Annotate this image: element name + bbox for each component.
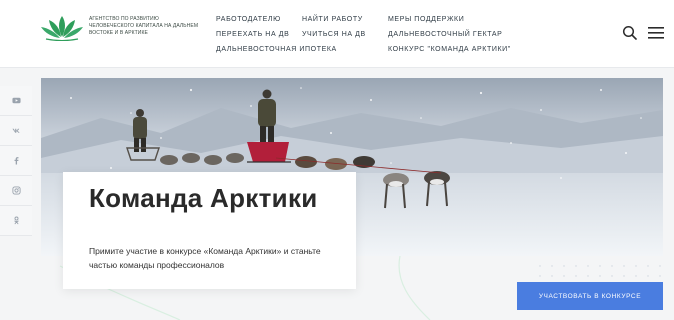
site-header: Агентство по развитию человеческого капи…: [0, 0, 674, 68]
social-facebook[interactable]: [0, 146, 32, 176]
social-vk[interactable]: [0, 116, 32, 146]
hero-title: Команда Арктики: [89, 183, 318, 213]
social-instagram[interactable]: [0, 176, 32, 206]
facebook-icon: [14, 157, 18, 165]
hero-card: Команда Арктики Примите участие в конкур…: [63, 172, 356, 289]
odnoklassniki-icon: [13, 216, 19, 225]
nav-hectare[interactable]: Дальневосточный гектар: [388, 31, 502, 38]
instagram-icon: [11, 186, 21, 195]
nav-relocate[interactable]: Переехать на ДВ: [216, 31, 289, 38]
youtube-icon: [11, 97, 21, 104]
nav-arctic-contest[interactable]: Конкурс "Команда Арктики": [388, 46, 511, 53]
nav-study[interactable]: Учиться на ДВ: [302, 31, 366, 38]
social-odnoklassniki[interactable]: [0, 206, 32, 236]
nav-support-measures[interactable]: Меры поддержки: [388, 16, 464, 23]
nav-mortgage[interactable]: Дальневосточная ипотека: [216, 46, 337, 53]
social-youtube[interactable]: [0, 86, 32, 116]
hero-description: Примите участие в конкурсе «Команда Аркт…: [89, 246, 321, 270]
social-links: [0, 86, 32, 236]
main-nav: Работодателю Найти работу Меры поддержки…: [0, 12, 674, 60]
participate-button[interactable]: Участвовать в конкурсе: [517, 282, 663, 310]
search-icon[interactable]: [622, 25, 638, 41]
nav-employer[interactable]: Работодателю: [216, 16, 281, 23]
vk-icon: [11, 128, 20, 133]
nav-find-job[interactable]: Найти работу: [302, 16, 363, 23]
menu-icon[interactable]: [648, 27, 664, 39]
